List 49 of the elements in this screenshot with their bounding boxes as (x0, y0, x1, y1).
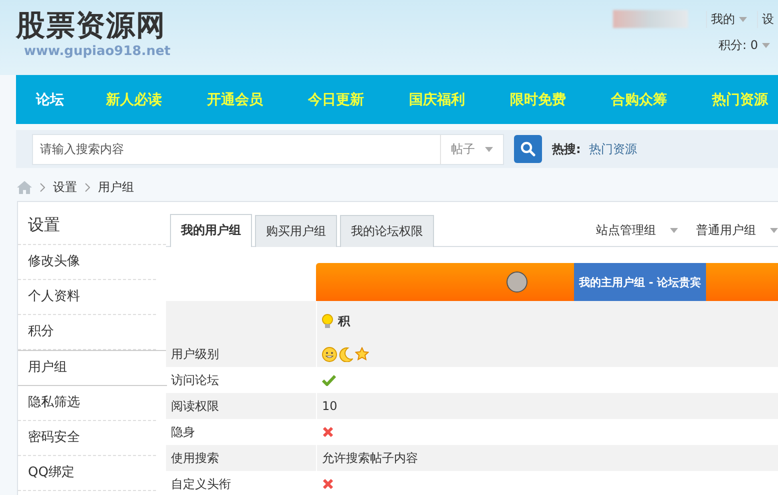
search-icon (520, 141, 536, 157)
sidebar-item[interactable]: 修改头像 (18, 245, 156, 280)
permission-value: 允许搜索帖子内容 (322, 450, 418, 466)
tab[interactable]: 我的用户组 (170, 214, 252, 247)
cross-icon (322, 426, 334, 438)
permission-label: 使用搜索 (170, 450, 220, 466)
permission-label: 自定义头衔 (170, 476, 232, 492)
breadcrumb-link[interactable]: 设置 (53, 178, 77, 196)
caret-icon (485, 146, 493, 152)
hot-search-link[interactable]: 热门资源 (588, 140, 637, 158)
chevron-icon (85, 182, 90, 192)
tab[interactable]: 我的论坛权限 (340, 215, 434, 247)
permission-label: 隐身 (170, 424, 196, 440)
user-menu-item[interactable]: 设 (757, 10, 778, 28)
user-menu-item[interactable]: 我的 (706, 10, 751, 28)
group-dropdown[interactable]: 站点管理组 (596, 222, 678, 239)
chevron-icon (40, 182, 45, 192)
caret-icon (670, 228, 678, 233)
caret-icon (770, 228, 778, 233)
search-button[interactable] (514, 135, 542, 163)
breadcrumb-link[interactable]: 用户组 (98, 178, 134, 196)
site-logo[interactable]: 股票资源网 (16, 6, 166, 46)
site-url: www.gupiao918.net (24, 44, 171, 59)
smiley-icon (322, 346, 337, 362)
tab[interactable]: 购买用户组 (255, 215, 337, 247)
permission-label: 访问论坛 (170, 372, 220, 388)
cross-icon (322, 478, 334, 490)
hot-search-label: 热搜: (552, 140, 581, 158)
search-scope-dropdown[interactable]: 帖子 (440, 134, 503, 164)
moon-icon (339, 346, 353, 362)
sidebar-item[interactable]: 隐私筛选 (18, 386, 156, 421)
sidebar-item[interactable]: 个人资料 (18, 280, 156, 315)
points-label: 积 (338, 312, 350, 330)
permission-value: 10 (322, 399, 338, 413)
group-label: 我的主用户组 - 论坛贵宾 (574, 263, 706, 301)
sidebar-item[interactable]: 用户组 (18, 350, 167, 386)
check-icon (322, 374, 336, 386)
search-field[interactable]: 请输入搜索内容 帖子 (32, 134, 504, 164)
lightbulb-icon (322, 314, 333, 328)
caret-icon (762, 43, 770, 48)
sidebar-item[interactable]: QQ绑定 (18, 456, 156, 491)
group-dropdown[interactable]: 普通用户组 (696, 222, 778, 239)
sidebar-title: 设置 (18, 202, 166, 245)
sidebar-item[interactable]: 密码安全 (18, 421, 156, 456)
points-menu[interactable]: 积分: 0 (718, 37, 770, 54)
permission-label: 用户级别 (170, 346, 220, 362)
avatar-icon (506, 271, 528, 293)
star-icon (355, 347, 369, 361)
permission-label: 阅读权限 (170, 398, 220, 414)
